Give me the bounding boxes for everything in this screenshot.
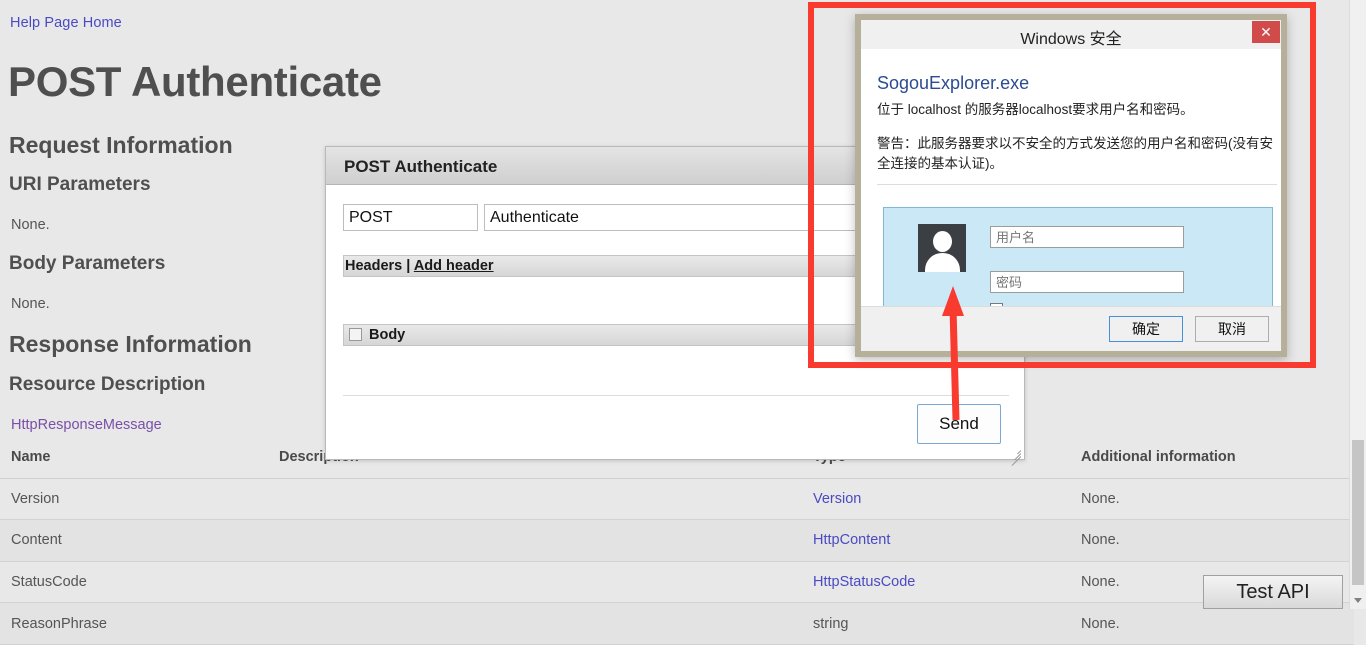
ok-button[interactable]: 确定 [1109,316,1183,342]
body-checkbox[interactable] [349,328,362,341]
dialog-footer: 确定 取消 [861,306,1281,351]
close-icon[interactable]: ✕ [1252,21,1280,43]
table-row: ReasonPhrase string None. [0,603,1354,645]
cell-type-link[interactable]: HttpContent [813,532,890,548]
body-label: Body [369,327,406,343]
dialog-app-name: SogouExplorer.exe [877,73,1030,93]
cell-type: string [813,615,849,632]
avatar-shoulders [925,253,960,272]
dialog-description: 位于 localhost 的服务器localhost要求用户名和密码。 [877,102,1194,117]
cell-name: Version [11,490,60,507]
headers-label-group: Headers | Add header [345,258,494,274]
scrollbar-thumb[interactable] [1352,440,1364,585]
section-body-parameters: Body Parameters [9,253,166,274]
send-button[interactable]: Send [917,404,1001,444]
cancel-button[interactable]: 取消 [1195,316,1269,342]
test-panel-title: POST Authenticate [344,157,498,176]
body-parameters-value: None. [11,296,50,312]
section-response-information: Response Information [9,331,252,357]
uri-parameters-value: None. [11,217,50,233]
section-request-information: Request Information [9,132,233,158]
cell-name: Content [11,532,62,549]
table-row: Content HttpContent None. [0,520,1354,562]
column-header-additional: Additional information [1081,449,1236,466]
section-resource-description: Resource Description [9,374,206,395]
table-row: StatusCode HttpStatusCode None. [0,562,1354,604]
http-response-message-link[interactable]: HttpResponseMessage [11,417,162,433]
dialog-title: Windows 安全 [1020,31,1122,48]
resize-grip-icon[interactable] [1008,444,1022,467]
cell-name: StatusCode [11,574,87,591]
add-header-link[interactable]: Add header [414,258,494,274]
dialog-separator [877,184,1277,185]
help-page-home-link[interactable]: Help Page Home [10,15,122,31]
user-avatar-icon [918,224,966,272]
avatar-head [933,231,952,252]
cell-additional: None. [1081,532,1120,549]
table-row: Version Version None. [0,479,1354,521]
dialog-titlebar: Windows 安全 ✕ [861,20,1281,49]
username-input[interactable] [990,226,1184,248]
dialog-body: SogouExplorer.exe 位于 localhost 的服务器local… [861,49,1281,329]
page-title: POST Authenticate [8,58,382,105]
cell-type-link[interactable]: HttpStatusCode [813,574,915,590]
headers-label: Headers | [345,258,414,274]
page-scrollbar[interactable] [1349,0,1366,609]
column-header-name: Name [11,449,51,466]
http-method-input[interactable] [343,204,478,231]
resource-properties-table: Name Description Type Additional informa… [0,437,1354,645]
dialog-warning: 警告：此服务器要求以不安全的方式发送您的用户名和密码(没有安全连接的基本认证)。 [877,136,1273,171]
cell-additional: None. [1081,615,1120,632]
password-input[interactable] [990,271,1184,293]
scrollbar-down-arrow-icon[interactable] [1350,592,1366,609]
cell-additional: None. [1081,574,1120,591]
test-api-button[interactable]: Test API [1203,575,1343,609]
cell-name: ReasonPhrase [11,615,107,632]
cell-type-link[interactable]: Version [813,491,861,507]
windows-security-dialog: Windows 安全 ✕ SogouExplorer.exe 位于 localh… [855,14,1287,357]
cell-additional: None. [1081,490,1120,507]
section-uri-parameters: URI Parameters [9,174,151,195]
panel-divider [343,395,1009,396]
